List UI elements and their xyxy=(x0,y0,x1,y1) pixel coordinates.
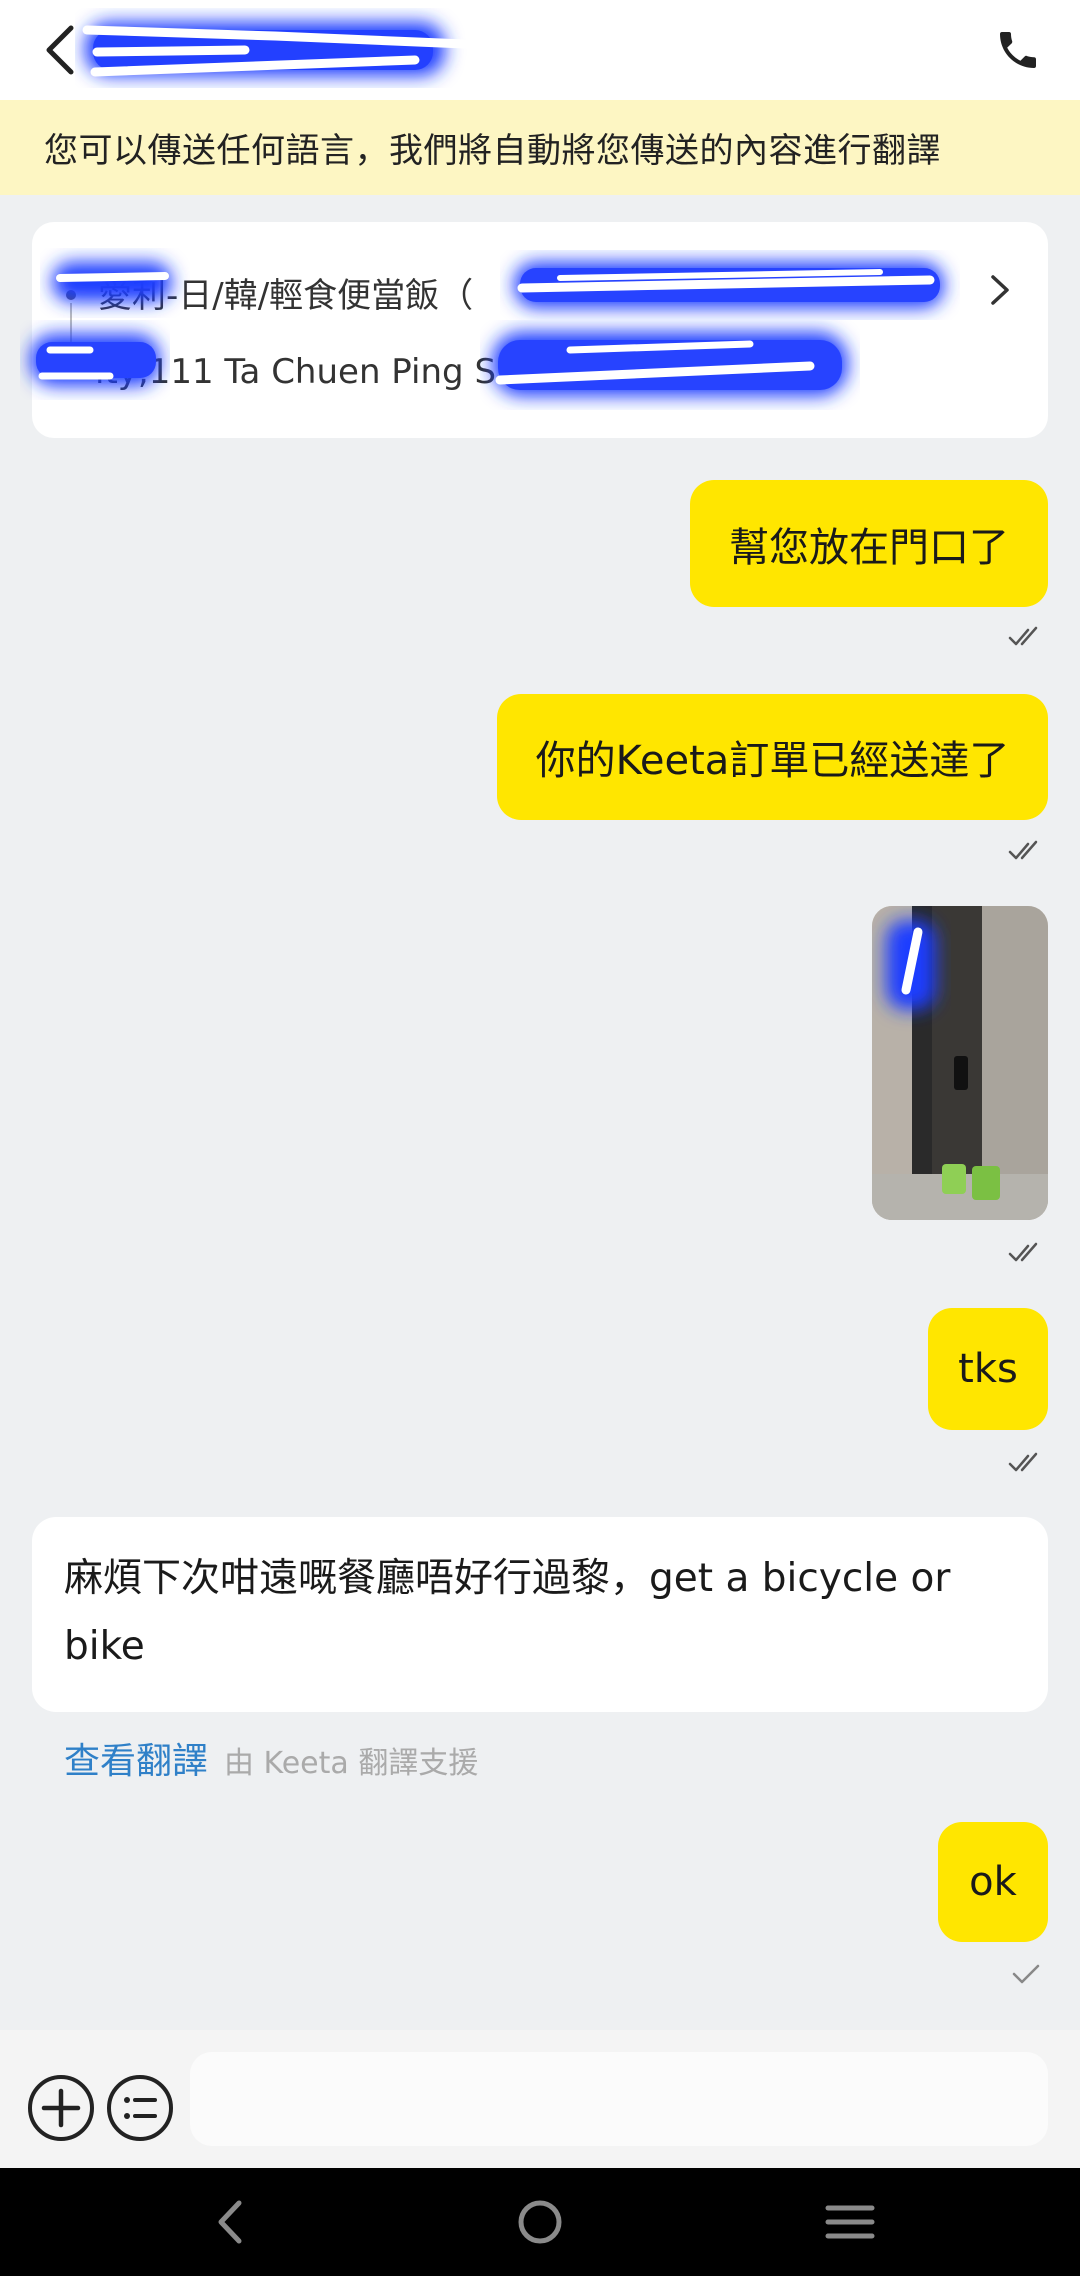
plus-icon[interactable] xyxy=(26,2073,96,2143)
message-bubble-outgoing[interactable]: 你的Keeta訂單已經送達了 xyxy=(497,694,1048,820)
message-bubble-outgoing[interactable]: ok xyxy=(938,1822,1048,1942)
nav-home-button[interactable] xyxy=(510,2192,570,2252)
phone-icon xyxy=(1000,32,1036,68)
double-check-icon xyxy=(1008,1452,1038,1472)
redaction-scribble xyxy=(514,262,944,308)
view-translation-link[interactable]: 查看翻譯 xyxy=(64,1732,208,1784)
double-check-icon xyxy=(1008,626,1038,646)
message-bubble-incoming[interactable]: 麻煩下次咁遠嘅餐廳唔好行過黎，get a bicycle or bike xyxy=(32,1517,1048,1712)
nav-home-icon xyxy=(518,2200,562,2244)
nav-back-icon xyxy=(218,2200,242,2244)
redaction-scribble xyxy=(52,262,172,302)
nav-back-button[interactable] xyxy=(200,2192,260,2252)
back-icon xyxy=(46,25,74,75)
message-bubble-outgoing[interactable]: tks xyxy=(928,1308,1048,1430)
chat-title-redacted xyxy=(82,22,470,77)
double-check-icon xyxy=(1008,840,1038,860)
redaction-scribble xyxy=(492,332,848,396)
translation-row: 查看翻譯 由 Keeta 翻譯支援 xyxy=(64,1732,478,1784)
translation-notice: 您可以傳送任何語言，我們將自動將您傳送的內容進行翻譯 xyxy=(0,100,1080,195)
single-check-icon xyxy=(1012,1964,1040,1984)
list-icon[interactable] xyxy=(105,2073,175,2143)
order-card-chevron[interactable] xyxy=(980,270,1020,310)
photo-message[interactable] xyxy=(872,906,1048,1220)
door-photo xyxy=(872,906,1048,1220)
message-input[interactable] xyxy=(190,2052,1048,2146)
nav-recents-button[interactable] xyxy=(820,2192,880,2252)
double-check-icon xyxy=(1008,1242,1038,1262)
call-button[interactable] xyxy=(978,10,1058,90)
redaction-scribble xyxy=(30,334,160,386)
translation-provider-note: 由 Keeta 翻譯支援 xyxy=(224,1746,479,1781)
message-bubble-outgoing[interactable]: 幫您放在門口了 xyxy=(690,480,1048,607)
nav-recents-icon xyxy=(825,2205,875,2239)
chevron-right-icon xyxy=(991,275,1009,305)
